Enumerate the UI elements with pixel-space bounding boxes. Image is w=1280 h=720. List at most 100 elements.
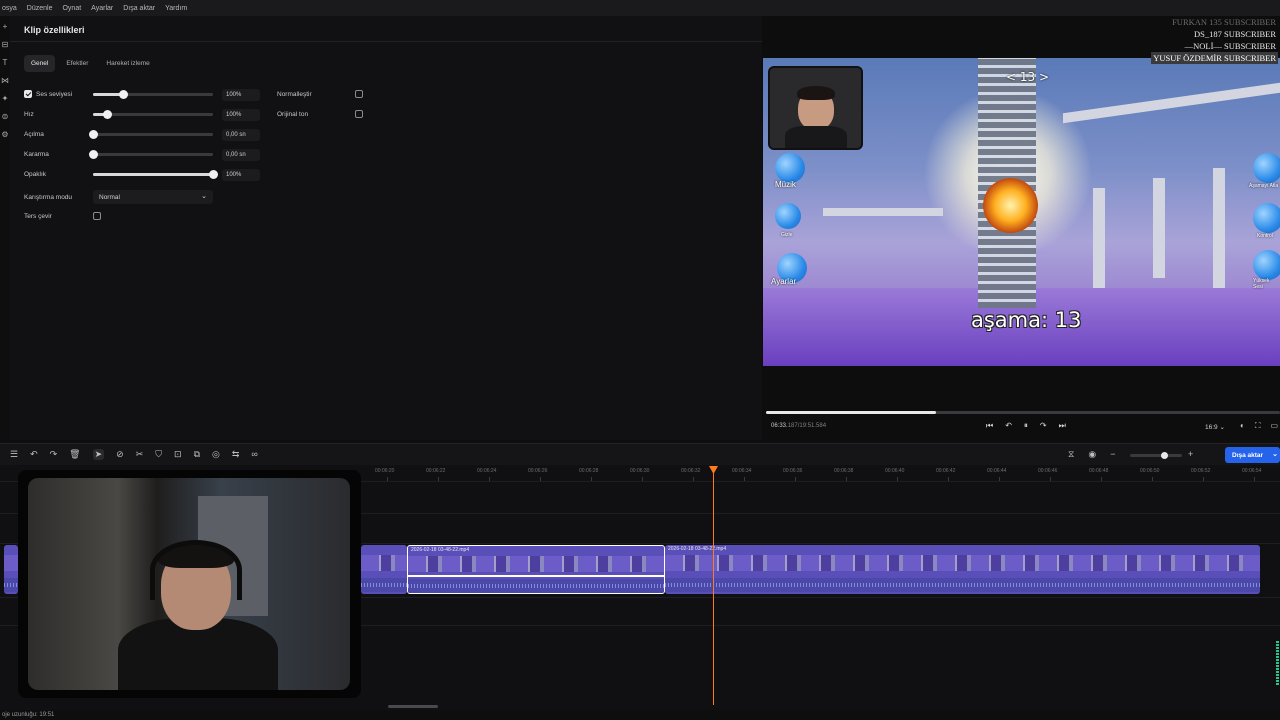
speed-slider-knob[interactable] [103, 110, 113, 119]
transition-icon[interactable]: ⋈ [1, 76, 9, 85]
clip-edge[interactable] [4, 545, 18, 594]
rewind-icon[interactable]: ↶ [1005, 421, 1012, 431]
skip-back-icon[interactable]: ⏮ [986, 421, 993, 431]
ruler-tick-label: 00:06:20 [375, 468, 395, 474]
skip-forward-icon[interactable]: ⏭ [1059, 421, 1066, 431]
add-media-icon[interactable]: + [3, 22, 8, 31]
ruler-tick-label: 00:06:36 [783, 468, 803, 474]
volume-slider[interactable] [93, 90, 213, 99]
tab-effects[interactable]: Efektler [59, 55, 95, 72]
audio-waveform [408, 579, 664, 593]
reverse-checkbox[interactable] [93, 212, 101, 220]
opacity-slider-fill [93, 173, 213, 176]
chevron-down-icon[interactable]: ⌄ [1272, 450, 1278, 458]
shirt [785, 126, 847, 148]
zoom-slider[interactable] [1130, 452, 1182, 459]
fade-in-slider[interactable] [89, 130, 213, 139]
color-icon[interactable]: ◎ [212, 449, 220, 460]
freeze-icon[interactable]: ⊡ [174, 449, 182, 460]
tracks-icon[interactable]: ☰ [10, 449, 18, 460]
divider [10, 41, 762, 42]
progress-fill [766, 411, 936, 414]
ruler-tick-label: 00:06:28 [579, 468, 599, 474]
speed-value[interactable]: 100% [222, 109, 260, 121]
explosion [983, 178, 1038, 233]
link-icon[interactable]: ∞ [251, 449, 257, 460]
menu-play[interactable]: Oynat [62, 5, 81, 12]
layers-icon[interactable]: ⊟ [2, 40, 9, 49]
ruler-tick-label: 00:06:22 [426, 468, 446, 474]
volume-checkbox[interactable] [24, 90, 32, 98]
opacity-slider[interactable] [93, 170, 218, 179]
volume-value[interactable]: 100% [222, 89, 260, 101]
fade-in-value[interactable]: 0,00 sn [222, 129, 260, 141]
adjust-icon[interactable]: ⇆ [232, 449, 240, 460]
time-ruler[interactable]: 00:06:20 00:06:22 00:06:24 00:06:26 00:06:28… [362, 465, 1280, 481]
menu-edit[interactable]: Düzenle [27, 5, 53, 12]
normalize-checkbox[interactable] [355, 90, 363, 98]
disable-icon[interactable]: ⊘ [116, 449, 124, 460]
timeline-scrollbar[interactable] [388, 705, 438, 708]
ruler-tick-label: 00:06:50 [1140, 468, 1160, 474]
preview-video[interactable]: < 13 > aşama: 13 Müzik Gizle Ayarlar Aşa… [763, 58, 1280, 366]
effects-icon[interactable]: ✦ [2, 94, 9, 103]
fade-out-slider-knob[interactable] [89, 150, 98, 159]
screen-icon[interactable]: ▭ [1270, 421, 1278, 431]
original-tone-checkbox[interactable] [355, 110, 363, 118]
playback-progress[interactable] [766, 411, 1280, 414]
undo-icon[interactable]: ↶ [30, 449, 38, 460]
speed-slider[interactable] [93, 110, 213, 119]
subscriber-line: YUSUF ÖZDEMİR SUBSCRIBER [1151, 52, 1278, 64]
timeline-clip[interactable] [361, 545, 407, 594]
split-icon[interactable]: ✂ [136, 449, 144, 460]
menu-help[interactable]: Yardım [165, 5, 187, 12]
zoom-in-icon[interactable]: + [1188, 449, 1193, 459]
ruler-tick-label: 00:06:40 [885, 468, 905, 474]
ruler-tick-label: 00:06:30 [630, 468, 650, 474]
forward-icon[interactable]: ↷ [1040, 421, 1047, 431]
timeline-clip-selected[interactable]: 2026-02-18 03-48-22.mp4 [407, 545, 665, 594]
zoom-out-icon[interactable]: − [1110, 449, 1115, 460]
magnet-icon[interactable]: ◉ [1088, 449, 1096, 460]
tab-motion-tracking[interactable]: Hareket izleme [99, 55, 156, 72]
audio-icon[interactable]: ◐ [1240, 421, 1245, 431]
snap-icon[interactable]: ⧖ [1068, 449, 1074, 460]
menu-file[interactable]: osya [2, 5, 17, 12]
volume-slider-knob[interactable] [119, 90, 128, 99]
text-icon[interactable]: T [3, 58, 8, 67]
fade-in-slider-knob[interactable] [89, 130, 98, 139]
settings-icon[interactable]: ⚙ [1, 130, 8, 139]
select-tool-icon[interactable]: ➤ [92, 449, 105, 460]
ruler-tick-label: 00:06:24 [477, 468, 497, 474]
aspect-ratio-select[interactable]: 16:9 ⌄ [1205, 423, 1225, 431]
redo-icon[interactable]: ↷ [50, 449, 58, 460]
fullscreen-icon[interactable]: ⛶ [1255, 421, 1261, 431]
blend-mode-select[interactable]: Normal ⌄ [93, 190, 213, 204]
fade-out-slider[interactable] [89, 150, 213, 159]
zoom-knob[interactable] [1160, 452, 1168, 459]
menu-export[interactable]: Dışa aktar [123, 5, 155, 12]
tab-general[interactable]: Genel [24, 55, 56, 72]
webcam-frame [28, 478, 350, 690]
properties-tabs: Genel Efektler Hareket izleme [24, 55, 157, 72]
reverse-label: Ters çevir [24, 212, 52, 220]
export-button[interactable]: Dışa aktar ⌄ [1225, 447, 1280, 463]
shield-icon[interactable]: ⛉ [155, 449, 162, 460]
reverse-row: Ters çevir [24, 210, 52, 222]
pause-icon[interactable]: ⏸ [1024, 421, 1028, 431]
beam [823, 208, 943, 216]
delete-icon[interactable]: 🗑 [69, 449, 80, 460]
fade-out-value[interactable]: 0,00 sn [222, 149, 260, 161]
opacity-value[interactable]: 100% [222, 169, 260, 181]
timeline-toolbar: ☰ ↶ ↷ 🗑 ➤ ⊘ ✂ ⛉ ⊡ ⧉ ◎ ⇆ ∞ ⧖ ◉ − + Dışa a… [0, 443, 1280, 465]
audio-waveform [4, 578, 18, 592]
filter-icon[interactable]: ⊜ [2, 112, 9, 121]
pillar [1093, 188, 1105, 298]
opacity-slider-knob[interactable] [209, 170, 218, 179]
crop-icon[interactable]: ⧉ [194, 449, 200, 460]
ruler-tick-label: 00:06:38 [834, 468, 854, 474]
menu-settings[interactable]: Ayarlar [91, 5, 113, 12]
playhead[interactable] [713, 467, 714, 705]
original-tone-label: Orijinal ton [277, 110, 309, 118]
timeline-clip[interactable]: 2026-02-18 03-48-22.mp4 [665, 545, 1260, 594]
